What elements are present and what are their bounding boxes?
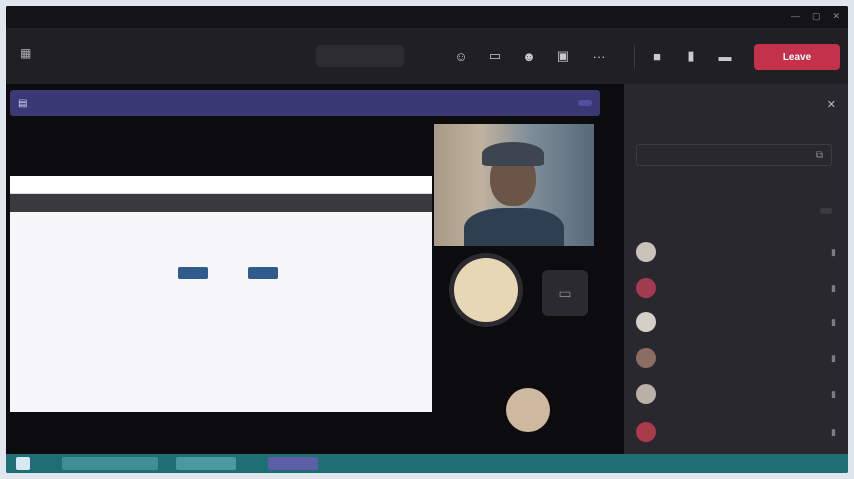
screen: — ▢ ✕ ▦ ☺ ▭ ☻ ▣ ··· ■ ▮ ▬ Leave ▤ ▭ ✕ ⧉ … bbox=[6, 6, 848, 473]
video-person-body bbox=[464, 208, 564, 246]
participant-avatar-small[interactable] bbox=[506, 388, 550, 432]
share-icon[interactable]: ▬ bbox=[710, 41, 740, 71]
mute-all-button[interactable] bbox=[820, 208, 832, 214]
taskbar bbox=[6, 454, 848, 473]
participant-row[interactable]: ▮ bbox=[636, 238, 836, 266]
chip-3[interactable] bbox=[248, 267, 278, 279]
chip-2[interactable] bbox=[178, 267, 208, 279]
mic-icon[interactable]: ▮ bbox=[831, 317, 836, 328]
camera-off-tile[interactable]: ▭ bbox=[542, 270, 588, 316]
mic-icon[interactable]: ▮ bbox=[676, 41, 706, 71]
start-icon[interactable] bbox=[16, 457, 30, 470]
taskbar-app-3[interactable] bbox=[268, 457, 318, 470]
sharing-banner: ▤ bbox=[10, 90, 600, 116]
participant-row[interactable]: ▮ bbox=[636, 344, 836, 372]
close-icon[interactable]: ✕ bbox=[827, 98, 836, 111]
participant-row[interactable]: ▮ bbox=[636, 418, 836, 446]
video-person-hat bbox=[482, 142, 544, 166]
leave-button[interactable]: Leave bbox=[754, 44, 840, 70]
maximize-button[interactable]: ▢ bbox=[812, 11, 821, 22]
minimize-button[interactable]: — bbox=[791, 11, 800, 22]
camera-icon[interactable]: ■ bbox=[642, 41, 672, 71]
invite-field[interactable]: ⧉ bbox=[636, 144, 832, 166]
participant-avatar[interactable] bbox=[454, 258, 518, 322]
grid-icon[interactable]: ▦ bbox=[20, 46, 36, 62]
shared-document bbox=[10, 176, 432, 412]
in-meeting-section bbox=[636, 208, 832, 214]
chat-icon[interactable]: ▭ bbox=[480, 41, 510, 71]
avatar bbox=[636, 242, 656, 262]
people-icon[interactable]: ☺ bbox=[446, 41, 476, 71]
document-bar bbox=[10, 194, 432, 212]
people-panel: ✕ ⧉ ▮ ▮ ▮ ▮ ▮ ▮ bbox=[624, 84, 848, 454]
taskbar-app-1[interactable] bbox=[62, 457, 158, 470]
avatar bbox=[636, 422, 656, 442]
more-icon[interactable]: ··· bbox=[584, 41, 614, 71]
content-stage: ▤ ▭ bbox=[6, 84, 624, 464]
participant-video[interactable] bbox=[434, 124, 594, 246]
avatar bbox=[636, 348, 656, 368]
taskbar-app-2[interactable] bbox=[176, 457, 236, 470]
mic-icon[interactable]: ▮ bbox=[831, 353, 836, 364]
stop-sharing-button[interactable] bbox=[578, 100, 592, 106]
meeting-toolbar: ▦ ☺ ▭ ☻ ▣ ··· ■ ▮ ▬ Leave bbox=[6, 28, 848, 84]
mic-icon[interactable]: ▮ bbox=[831, 247, 836, 258]
mic-icon[interactable]: ▮ bbox=[831, 427, 836, 438]
close-button[interactable]: ✕ bbox=[832, 11, 840, 22]
view-icon[interactable]: ▣ bbox=[548, 41, 578, 71]
participant-row[interactable]: ▮ bbox=[636, 274, 836, 302]
screen-share-icon: ▤ bbox=[18, 97, 28, 109]
participant-row[interactable]: ▮ bbox=[636, 380, 836, 408]
toolbar-divider bbox=[634, 45, 635, 69]
chip-1[interactable] bbox=[122, 267, 160, 279]
document-header bbox=[10, 176, 432, 194]
chip-4[interactable] bbox=[298, 267, 332, 279]
reactions-icon[interactable]: ☻ bbox=[514, 41, 544, 71]
avatar bbox=[636, 384, 656, 404]
window-controls: — ▢ ✕ bbox=[791, 11, 840, 22]
participant-row[interactable]: ▮ bbox=[636, 308, 836, 336]
meeting-pill-button[interactable] bbox=[316, 45, 404, 67]
mic-icon[interactable]: ▮ bbox=[831, 389, 836, 400]
avatar bbox=[636, 278, 656, 298]
title-bar: — ▢ ✕ bbox=[6, 6, 848, 28]
copy-icon[interactable]: ⧉ bbox=[816, 150, 823, 161]
avatar bbox=[636, 312, 656, 332]
mic-icon[interactable]: ▮ bbox=[831, 283, 836, 294]
